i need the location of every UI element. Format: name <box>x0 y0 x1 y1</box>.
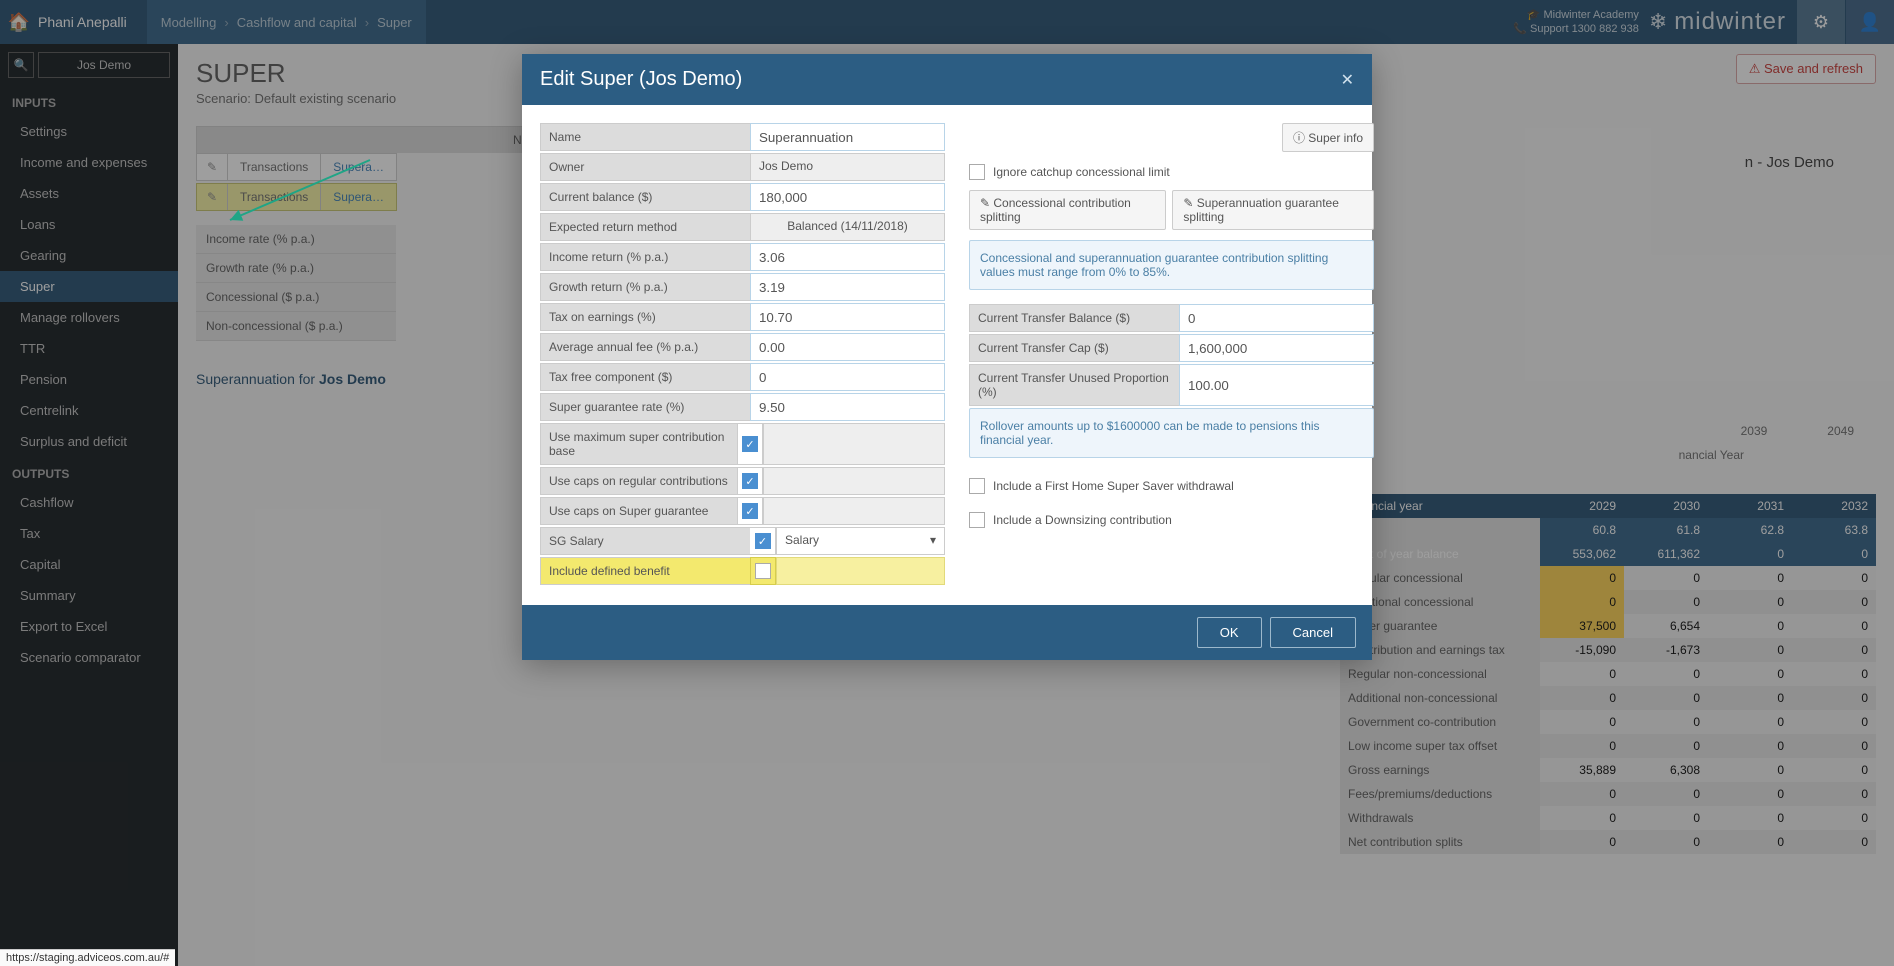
caps-regular-label: Use caps on regular contributions <box>540 467 737 495</box>
caps-regular-checkbox[interactable]: ✓ <box>737 467 763 495</box>
transfer-balance-label: Current Transfer Balance ($) <box>969 304 1179 332</box>
include-defined-benefit-checkbox[interactable] <box>750 557 776 585</box>
growth-return-label: Growth return (% p.a.) <box>540 273 750 301</box>
max-base-label: Use maximum super contribution base <box>540 423 737 465</box>
splitting-note: Concessional and superannuation guarante… <box>969 240 1374 290</box>
tax-earnings-label: Tax on earnings (%) <box>540 303 750 331</box>
name-field[interactable] <box>750 123 945 151</box>
downsizing-checkbox[interactable] <box>969 512 985 528</box>
current-balance-label: Current balance ($) <box>540 183 750 211</box>
caps-sg-label: Use caps on Super guarantee <box>540 497 737 525</box>
super-guarantee-rate-label: Super guarantee rate (%) <box>540 393 750 421</box>
name-label: Name <box>540 123 750 151</box>
close-icon[interactable]: ✕ <box>1341 70 1354 90</box>
modal-right-column: ⓘ Super info Ignore catchup concessional… <box>969 123 1374 587</box>
downsizing-label: Include a Downsizing contribution <box>993 513 1172 527</box>
super-guarantee-rate-field[interactable] <box>750 393 945 421</box>
sg-salary-checkbox[interactable]: ✓ <box>750 527 776 555</box>
owner-label: Owner <box>540 153 750 181</box>
caps-sg-checkbox[interactable]: ✓ <box>737 497 763 525</box>
tax-free-component-label: Tax free component ($) <box>540 363 750 391</box>
sg-splitting-button[interactable]: ✎ Superannuation guarantee splitting <box>1172 190 1374 230</box>
owner-value: Jos Demo <box>750 153 945 181</box>
include-defined-benefit-label: Include defined benefit <box>540 557 750 585</box>
annual-fee-field[interactable] <box>750 333 945 361</box>
income-return-field[interactable] <box>750 243 945 271</box>
transfer-balance-field[interactable] <box>1179 304 1374 332</box>
ignore-catchup-label: Ignore catchup concessional limit <box>993 165 1170 179</box>
chevron-down-icon: ▾ <box>930 533 936 549</box>
tax-free-component-field[interactable] <box>750 363 945 391</box>
modal-title: Edit Super (Jos Demo) <box>540 68 742 91</box>
fhss-label: Include a First Home Super Saver withdra… <box>993 479 1234 493</box>
status-bar: https://staging.adviceos.com.au/# <box>0 949 175 966</box>
tax-earnings-field[interactable] <box>750 303 945 331</box>
expected-return-value[interactable]: Balanced (14/11/2018) <box>750 213 945 241</box>
concessional-splitting-button[interactable]: ✎ Concessional contribution splitting <box>969 190 1166 230</box>
sg-salary-select[interactable]: Salary▾ <box>776 527 945 555</box>
transfer-cap-field[interactable] <box>1179 334 1374 362</box>
super-info-button[interactable]: ⓘ Super info <box>1282 123 1374 152</box>
transfer-cap-label: Current Transfer Cap ($) <box>969 334 1179 362</box>
expected-return-label: Expected return method <box>540 213 750 241</box>
rollover-note: Rollover amounts up to $1600000 can be m… <box>969 408 1374 458</box>
modal-left-column: Name OwnerJos Demo Current balance ($) E… <box>540 123 945 587</box>
ignore-catchup-checkbox[interactable] <box>969 164 985 180</box>
annual-fee-label: Average annual fee (% p.a.) <box>540 333 750 361</box>
sg-salary-label: SG Salary <box>540 527 750 555</box>
current-balance-field[interactable] <box>750 183 945 211</box>
income-return-label: Income return (% p.a.) <box>540 243 750 271</box>
transfer-unused-label: Current Transfer Unused Proportion (%) <box>969 364 1179 406</box>
edit-super-modal: Edit Super (Jos Demo) ✕ Name OwnerJos De… <box>522 54 1372 660</box>
fhss-checkbox[interactable] <box>969 478 985 494</box>
growth-return-field[interactable] <box>750 273 945 301</box>
max-base-checkbox[interactable]: ✓ <box>737 423 763 465</box>
cancel-button[interactable]: Cancel <box>1270 617 1356 648</box>
ok-button[interactable]: OK <box>1197 617 1262 648</box>
transfer-unused-field[interactable] <box>1179 364 1374 406</box>
